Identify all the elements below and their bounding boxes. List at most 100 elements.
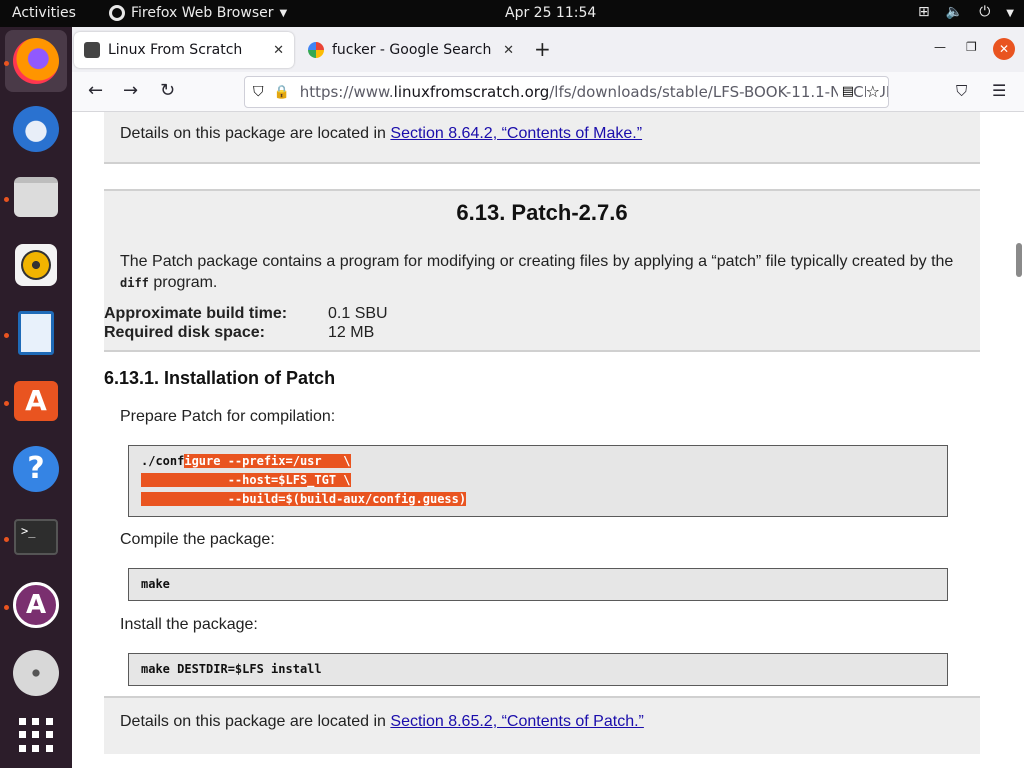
diff-code: diff <box>120 276 149 290</box>
description-tail: program. <box>148 274 218 291</box>
new-tab-button[interactable]: + <box>534 37 551 61</box>
code-text: make DESTDIR=$LFS install <box>141 662 322 676</box>
selected-code: --host=$LFS_TGT \ <box>141 473 351 487</box>
terminal-icon: >_ <box>14 519 58 555</box>
tracking-protection-icon[interactable]: ⛉ <box>253 84 264 100</box>
dock: A ? >_ A <box>0 27 72 768</box>
url-prefix: https://www. <box>299 83 394 101</box>
dock-thunderbird[interactable] <box>5 98 67 160</box>
details-text: Details on this package are located in <box>120 125 391 142</box>
tab-google-search[interactable]: fucker - Google Search ✕ <box>298 32 524 68</box>
tab-title: fucker - Google Search <box>332 42 492 58</box>
thunderbird-icon <box>13 106 59 152</box>
page-content: Details on this package are located in S… <box>72 112 1024 768</box>
activities-button[interactable]: Activities <box>12 5 76 21</box>
running-indicator <box>4 605 9 610</box>
code-text: ./conf <box>141 454 185 468</box>
patch-header-box: 6.13. Patch-2.7.6 The Patch package cont… <box>104 189 980 352</box>
power-icon: ⏻ <box>979 4 991 20</box>
dock-app-center[interactable]: A <box>5 370 67 432</box>
close-tab-icon[interactable]: ✕ <box>273 43 284 58</box>
dock-firefox[interactable] <box>5 30 67 92</box>
writer-icon <box>18 311 54 355</box>
configure-code-block[interactable]: ./configure --prefix=/usr \ --host=$LFS_… <box>128 445 948 517</box>
url-bar[interactable]: ⛉ 🔒 https://www. linuxfromscratch.org/lfs… <box>244 76 889 108</box>
back-button[interactable]: ← <box>88 80 103 101</box>
pocket-icon[interactable]: ⛉ <box>956 82 967 100</box>
running-indicator <box>4 61 9 66</box>
system-menu[interactable]: ⊞ 🔈 ⏻ ▼ <box>918 4 1014 23</box>
lfs-favicon-icon <box>84 42 100 58</box>
app-grid-icon <box>19 718 53 752</box>
install-code-block[interactable]: make DESTDIR=$LFS install <box>128 653 948 686</box>
menu-icon[interactable]: ☰ <box>992 81 1006 100</box>
compile-code-block[interactable]: make <box>128 568 948 601</box>
chevron-down-icon: ▼ <box>1006 8 1014 19</box>
code-text: make <box>141 577 170 591</box>
google-favicon-icon <box>308 42 324 58</box>
bookmark-star-icon[interactable]: ☆ <box>865 82 880 101</box>
rhythmbox-icon <box>15 244 57 286</box>
running-indicator <box>4 197 9 202</box>
make-details-box: Details on this package are located in S… <box>104 112 980 164</box>
package-description: The Patch package contains a program for… <box>120 251 966 294</box>
dvd-icon <box>13 650 59 696</box>
disk-space-label: Required disk space: <box>104 324 265 341</box>
clock[interactable]: Apr 25 11:54 <box>505 5 596 21</box>
compile-text: Compile the package: <box>120 531 275 548</box>
lock-icon[interactable]: 🔒 <box>274 85 290 100</box>
running-indicator <box>4 537 9 542</box>
close-tab-icon[interactable]: ✕ <box>503 43 514 58</box>
description-text: The Patch package contains a program for… <box>120 253 954 270</box>
reload-button[interactable]: ↻ <box>160 80 175 101</box>
installation-heading: 6.13.1. Installation of Patch <box>104 368 336 388</box>
app-center-icon: A <box>14 381 58 421</box>
software-updater-icon: A <box>13 582 59 628</box>
section-title: 6.13. Patch-2.7.6 <box>456 200 628 225</box>
install-text: Install the package: <box>120 616 258 633</box>
files-icon <box>14 177 58 217</box>
show-applications[interactable] <box>5 704 67 766</box>
firefox-mini-icon <box>109 5 125 21</box>
dock-files[interactable] <box>5 166 67 228</box>
firefox-icon <box>13 38 59 84</box>
tab-linux-from-scratch[interactable]: Linux From Scratch ✕ <box>74 32 294 68</box>
maximize-button[interactable]: ❐ <box>966 40 977 54</box>
forward-button[interactable]: → <box>123 80 138 101</box>
navigation-bar: ← → ↻ ⛉ 🔒 https://www. linuxfromscratch.o… <box>72 72 1024 112</box>
details-text: Details on this package are located in <box>120 713 391 730</box>
dock-dvd[interactable] <box>5 642 67 704</box>
dock-writer[interactable] <box>5 302 67 364</box>
selected-code: igure --prefix=/usr \ <box>184 454 351 468</box>
close-window-button[interactable]: ✕ <box>993 38 1015 60</box>
dock-software-updater[interactable]: A <box>5 574 67 636</box>
selected-code: --build=$(build-aux/config.guess) <box>141 492 467 506</box>
dock-help[interactable]: ? <box>5 438 67 500</box>
make-contents-link[interactable]: Section 8.64.2, “Contents of Make.” <box>390 125 642 142</box>
running-indicator <box>4 333 9 338</box>
running-indicator <box>4 401 9 406</box>
dock-rhythmbox[interactable] <box>5 234 67 296</box>
top-bar: Activities Firefox Web Browser ▼ Apr 25 … <box>0 0 1024 27</box>
help-icon: ? <box>13 446 59 492</box>
patch-contents-link[interactable]: Section 8.65.2, “Contents of Patch.” <box>390 713 643 730</box>
scrollbar-thumb[interactable] <box>1016 243 1022 277</box>
tab-title: Linux From Scratch <box>108 42 243 58</box>
prepare-text: Prepare Patch for compilation: <box>120 408 336 425</box>
url-host: linuxfromscratch.org <box>393 83 550 101</box>
build-time-value: 0.1 SBU <box>328 305 388 322</box>
volume-icon: 🔈 <box>945 4 964 20</box>
build-time-label: Approximate build time: <box>104 305 288 322</box>
app-menu-label: Firefox Web Browser <box>131 5 274 21</box>
dock-terminal[interactable]: >_ <box>5 506 67 568</box>
tab-bar: Linux From Scratch ✕ fucker - Google Sea… <box>72 27 1024 72</box>
patch-details: Details on this package are located in S… <box>120 713 644 731</box>
make-details: Details on this package are located in S… <box>120 125 642 143</box>
app-menu[interactable]: Firefox Web Browser ▼ <box>109 5 287 21</box>
network-icon: ⊞ <box>918 4 930 20</box>
caret-down-icon: ▼ <box>279 7 288 19</box>
reader-view-icon[interactable]: ▤ <box>837 84 854 99</box>
minimize-button[interactable]: — <box>934 40 946 54</box>
disk-space-value: 12 MB <box>328 324 375 341</box>
patch-details-box: Details on this package are located in S… <box>104 696 980 754</box>
